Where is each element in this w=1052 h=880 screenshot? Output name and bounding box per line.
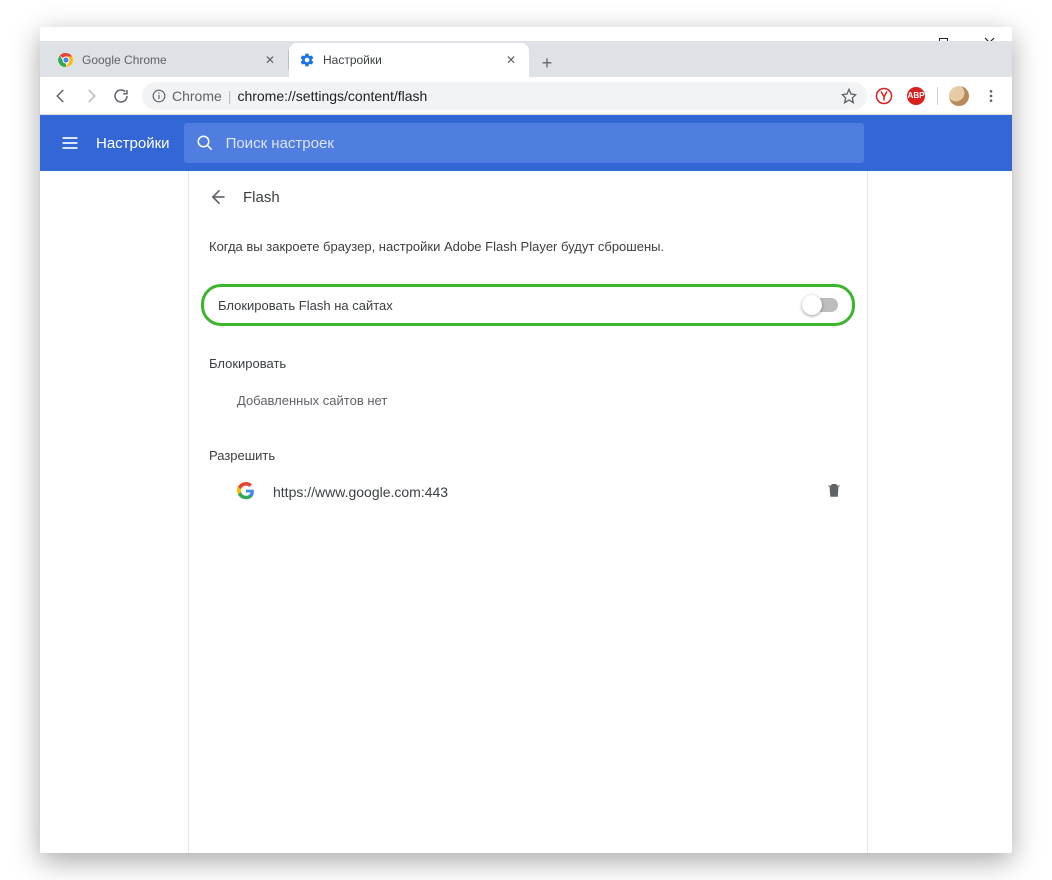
settings-header: Настройки xyxy=(40,115,1012,171)
allow-section-title: Разрешить xyxy=(189,418,867,473)
abp-icon[interactable]: ABP xyxy=(905,85,927,107)
tab-label: Настройки xyxy=(323,53,495,67)
tab-settings[interactable]: Настройки ✕ xyxy=(289,43,529,77)
search-icon xyxy=(196,134,214,152)
panel-back-button[interactable] xyxy=(205,185,229,209)
allow-site-row: https://www.google.com:443 xyxy=(189,473,867,511)
menu-button[interactable] xyxy=(980,85,1002,107)
omnibox-url: chrome://settings/content/flash xyxy=(237,88,427,104)
gear-icon xyxy=(299,52,315,68)
forward-button[interactable] xyxy=(76,81,106,111)
block-flash-label: Блокировать Flash на сайтах xyxy=(218,298,393,313)
star-icon[interactable] xyxy=(841,88,857,104)
site-info-icon[interactable] xyxy=(152,89,166,103)
switch-knob xyxy=(802,295,822,315)
reload-button[interactable] xyxy=(106,81,136,111)
omnibox[interactable]: Chrome | chrome://settings/content/flash xyxy=(142,82,867,110)
settings-title: Настройки xyxy=(96,135,170,152)
yandex-icon[interactable] xyxy=(873,85,895,107)
toolbar-extensions: ABP xyxy=(873,85,1006,107)
new-tab-button[interactable]: + xyxy=(533,49,561,77)
block-flash-switch[interactable] xyxy=(804,298,838,312)
settings-search-input[interactable] xyxy=(226,135,852,152)
settings-left-rail xyxy=(40,171,188,853)
back-button[interactable] xyxy=(46,81,76,111)
toolbar-separator xyxy=(937,87,938,105)
browser-toolbar: Chrome | chrome://settings/content/flash… xyxy=(40,77,1012,115)
tab-strip: Google Chrome ✕ Настройки ✕ + xyxy=(40,41,1012,77)
omnibox-host-label: Chrome xyxy=(172,88,222,104)
block-flash-toggle-row[interactable]: Блокировать Flash на сайтах xyxy=(201,284,855,326)
panel-header: Flash xyxy=(189,171,867,223)
flash-warning-text: Когда вы закроете браузер, настройки Ado… xyxy=(189,223,867,262)
tab-label: Google Chrome xyxy=(82,53,254,67)
settings-content: Flash Когда вы закроете браузер, настрой… xyxy=(40,171,1012,853)
browser-window: Google Chrome ✕ Настройки ✕ + Chrome xyxy=(40,27,1012,853)
titlebar xyxy=(40,27,1012,41)
profile-avatar[interactable] xyxy=(948,85,970,107)
tab-google-chrome[interactable]: Google Chrome ✕ xyxy=(48,43,288,77)
close-tab-icon[interactable]: ✕ xyxy=(503,52,519,68)
hamburger-menu-icon[interactable] xyxy=(58,131,82,155)
google-favicon xyxy=(237,482,257,502)
block-empty-text: Добавленных сайтов нет xyxy=(189,381,867,418)
close-tab-icon[interactable]: ✕ xyxy=(262,52,278,68)
settings-search[interactable] xyxy=(184,123,864,163)
allow-site-url: https://www.google.com:443 xyxy=(273,484,809,500)
block-section-title: Блокировать xyxy=(189,326,867,381)
chrome-icon xyxy=(58,52,74,68)
panel-title: Flash xyxy=(243,189,280,206)
delete-site-button[interactable] xyxy=(825,481,847,503)
flash-settings-panel: Flash Когда вы закроете браузер, настрой… xyxy=(188,171,868,853)
